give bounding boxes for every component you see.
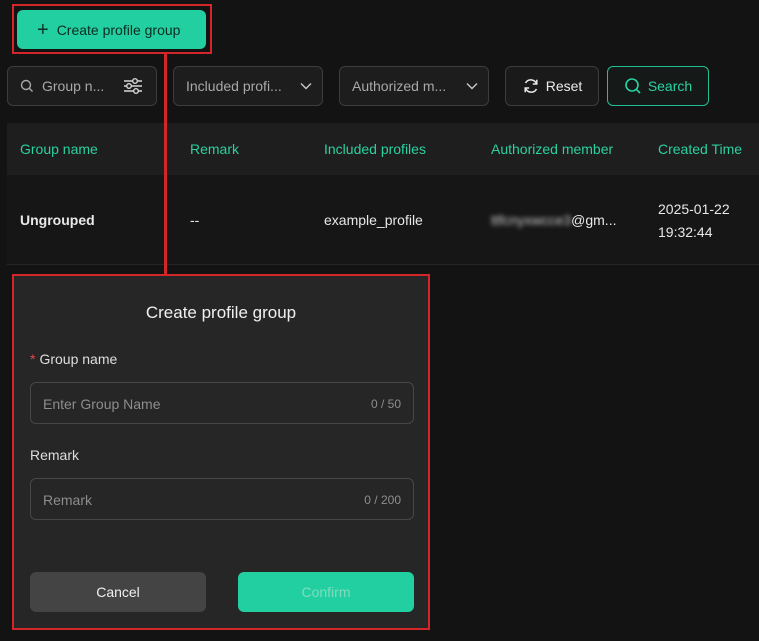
included-profiles-dropdown-label: Included profi... [186, 78, 282, 94]
remark-input[interactable] [41, 479, 345, 521]
cell-group-name: Ungrouped [20, 212, 95, 228]
group-name-label: * Group name [30, 351, 117, 367]
member-email-domain: @gm... [571, 212, 617, 228]
column-header-remark[interactable]: Remark [190, 141, 239, 157]
remark-field[interactable]: 0 / 200 [30, 478, 414, 521]
cancel-button[interactable]: Cancel [30, 572, 206, 612]
reset-button[interactable]: Reset [505, 66, 599, 106]
cell-created-time: 19:32:44 [658, 224, 713, 240]
dialog-title: Create profile group [145, 303, 297, 322]
chevron-down-icon [466, 83, 478, 90]
table-row[interactable]: Ungrouped -- example_profile ttfcnyxwcce… [7, 175, 759, 265]
reset-button-label: Reset [545, 78, 583, 94]
create-profile-group-dialog: Create profile group *Group name 0 / 50 … [14, 276, 428, 628]
confirm-button[interactable]: Confirm [238, 572, 414, 612]
column-header-authorized-member[interactable]: Authorized member [491, 141, 613, 157]
search-button-label: Search [647, 78, 693, 94]
create-button-label: Create profile group [56, 21, 181, 38]
search-icon [20, 79, 33, 92]
search-icon [625, 78, 641, 94]
column-header-group-name[interactable]: Group name [20, 141, 98, 157]
group-name-search-placeholder: Group n... [42, 78, 105, 94]
group-name-field[interactable]: 0 / 50 [30, 382, 414, 425]
highlight-connector-line [164, 54, 167, 276]
included-profiles-dropdown[interactable]: Included profi... [173, 66, 323, 106]
member-email-redacted: ttfcnyxwcce3 [491, 212, 572, 228]
plus-icon: + [37, 18, 49, 41]
group-name-search-input[interactable]: Group n... [7, 66, 157, 106]
group-name-input[interactable] [41, 383, 345, 425]
create-profile-group-button[interactable]: + Create profile group [17, 10, 206, 49]
table-header: Group name Remark Included profiles Auth… [7, 123, 759, 175]
cell-remark: -- [190, 212, 200, 228]
required-marker: * [30, 351, 36, 367]
column-header-created-time[interactable]: Created Time [658, 141, 742, 157]
group-name-label-text: Group name [39, 351, 118, 367]
refresh-icon [524, 79, 538, 93]
cell-created-date: 2025-01-22 [658, 201, 730, 217]
group-name-char-count: 0 / 50 [370, 397, 401, 411]
cell-authorized-member: ttfcnyxwcce3@gm... [491, 212, 616, 228]
cell-included-profiles: example_profile [324, 212, 423, 228]
chevron-down-icon [300, 83, 312, 90]
filter-settings-icon[interactable] [122, 75, 144, 97]
authorized-member-dropdown-label: Authorized m... [352, 78, 447, 94]
authorized-member-dropdown[interactable]: Authorized m... [339, 66, 489, 106]
remark-label: Remark [30, 447, 80, 463]
column-header-included-profiles[interactable]: Included profiles [324, 141, 426, 157]
search-button[interactable]: Search [607, 66, 709, 106]
remark-char-count: 0 / 200 [364, 493, 401, 507]
